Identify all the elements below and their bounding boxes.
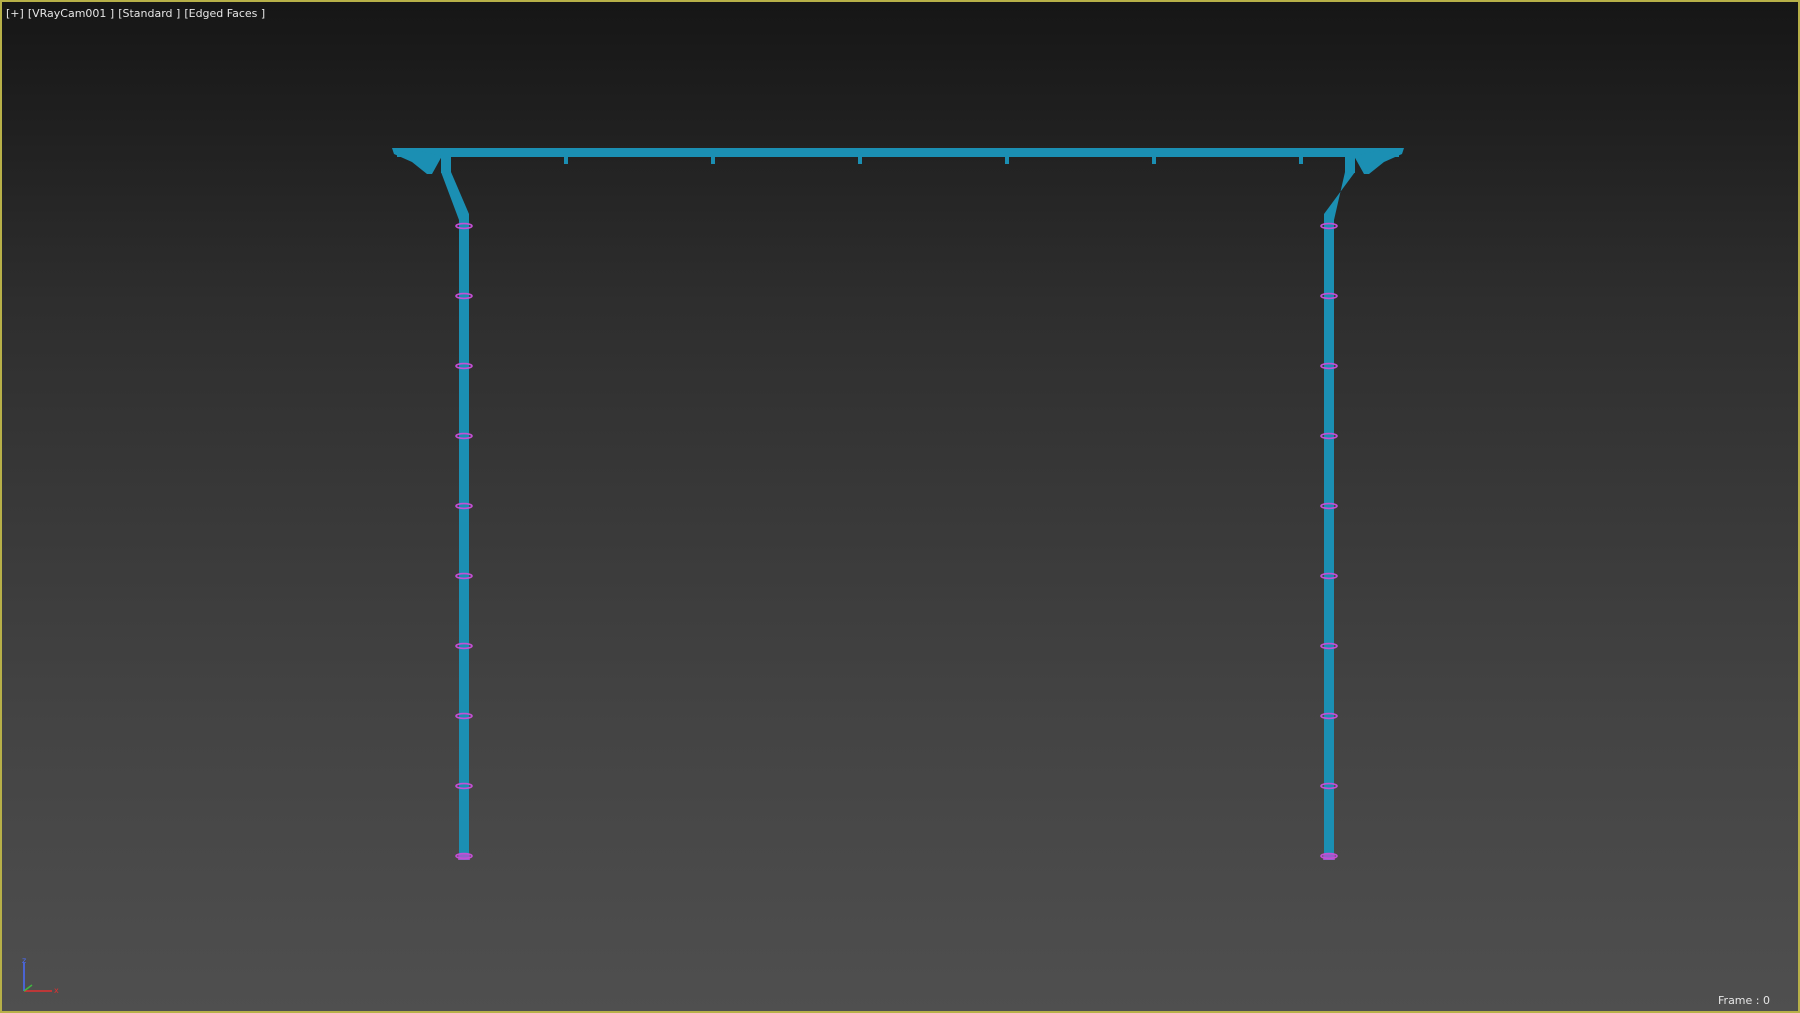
gutter-bracket xyxy=(1299,148,1303,164)
gutter-bracket xyxy=(858,148,862,164)
gutter-bracket xyxy=(711,148,715,164)
y-axis-line xyxy=(23,984,33,992)
downpipe-shaft xyxy=(1324,214,1334,860)
downpipe-shoe xyxy=(1323,854,1335,860)
downpipe-right[interactable] xyxy=(1320,155,1355,860)
downpipe-shoe xyxy=(458,854,470,860)
gutter-bracket xyxy=(564,148,568,164)
gutter-body xyxy=(397,148,1399,157)
downpipe-offset-bend xyxy=(441,172,469,220)
z-axis-label: z xyxy=(22,957,26,965)
frame-readout: Frame : 0 xyxy=(1718,994,1770,1007)
scene-render[interactable] xyxy=(2,2,1798,1011)
downpipe-shaft xyxy=(459,214,469,860)
downpipe-left[interactable] xyxy=(441,155,473,860)
x-axis-label: x xyxy=(54,986,59,995)
downpipe-outlet xyxy=(441,155,451,173)
gutter-bracket xyxy=(1152,148,1156,164)
gutter-bracket xyxy=(1005,148,1009,164)
axis-gizmo: z x xyxy=(22,957,59,995)
downpipe-outlet xyxy=(1345,155,1355,173)
viewport[interactable]: [+] [VRayCam001 ] [Standard ] [Edged Fac… xyxy=(0,0,1800,1013)
downpipe-offset-bend xyxy=(1324,172,1355,220)
gutter-rail[interactable] xyxy=(392,148,1404,174)
